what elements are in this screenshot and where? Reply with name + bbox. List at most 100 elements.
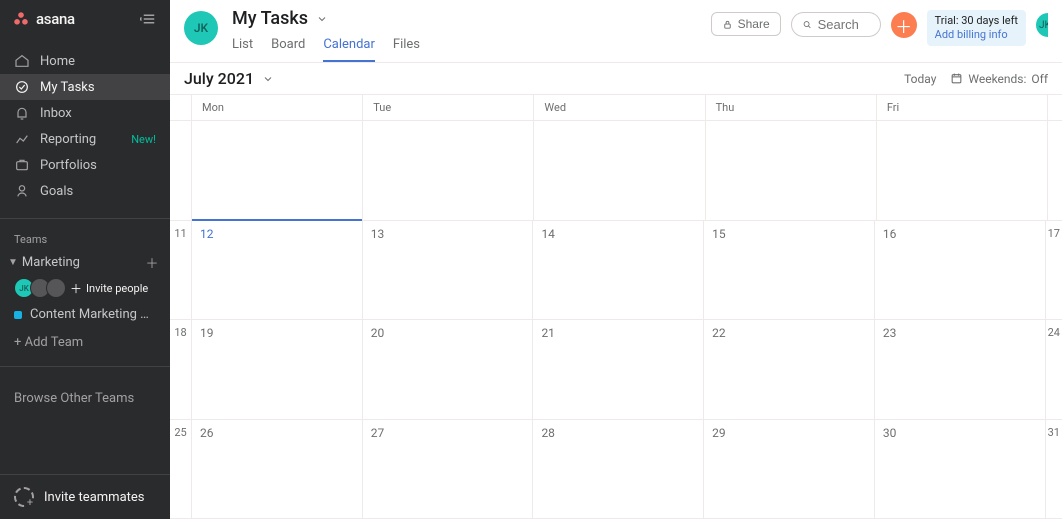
- calendar-cell[interactable]: 30: [875, 420, 1046, 519]
- month-dropdown-icon[interactable]: [262, 73, 274, 85]
- calendar-cell[interactable]: [192, 121, 363, 220]
- team-name: Marketing: [22, 255, 80, 270]
- nav-home[interactable]: Home: [0, 48, 170, 74]
- team-members-row: JK ＋Invite people: [0, 274, 170, 302]
- portfolio-icon: [14, 157, 30, 173]
- day-number: 23: [883, 326, 897, 340]
- calendar-cell[interactable]: 22: [704, 320, 875, 419]
- day-number: 28: [541, 426, 555, 440]
- tab-calendar[interactable]: Calendar: [323, 35, 375, 62]
- month-label: July 2021: [184, 69, 254, 88]
- calendar-cell[interactable]: 12: [192, 221, 363, 320]
- add-team-button[interactable]: + Add Team: [0, 327, 170, 358]
- calendar-cell[interactable]: 26: [192, 420, 363, 519]
- nav-goals[interactable]: Goals: [0, 178, 170, 204]
- search-input[interactable]: [818, 17, 868, 32]
- calendar-icon: [950, 72, 963, 85]
- day-number: 21: [541, 326, 555, 340]
- day-header-mon: Mon: [192, 95, 363, 120]
- calendar-cell[interactable]: [363, 121, 534, 220]
- calendar-cell[interactable]: 29: [704, 420, 875, 519]
- nav-label: Home: [40, 54, 156, 69]
- trial-days-left: Trial: 30 days left: [935, 14, 1018, 28]
- calendar-cell[interactable]: 19: [192, 320, 363, 419]
- calendar-cell-edge[interactable]: 24: [1046, 320, 1062, 419]
- nav-label: My Tasks: [40, 80, 156, 95]
- calendar-body: 1112131415161718192021222324252627282930…: [170, 121, 1062, 519]
- calendar-cell[interactable]: 14: [533, 221, 704, 320]
- day-number: 14: [541, 227, 555, 241]
- day-header-fri: Fri: [877, 95, 1048, 120]
- period-bar: July 2021 Today Weekends: Off: [170, 63, 1062, 95]
- day-header-thu: Thu: [706, 95, 877, 120]
- day-number: 13: [371, 227, 385, 241]
- home-icon: [14, 53, 30, 69]
- nav-label: Goals: [40, 184, 156, 199]
- weekends-toggle[interactable]: Weekends: Off: [950, 72, 1048, 86]
- week-number: 25: [170, 420, 192, 519]
- day-number: 20: [371, 326, 385, 340]
- calendar-cell[interactable]: 20: [363, 320, 534, 419]
- calendar-cell[interactable]: 15: [704, 221, 875, 320]
- search-field[interactable]: [791, 12, 881, 37]
- day-header-wed: Wed: [534, 95, 705, 120]
- collapse-sidebar-icon[interactable]: [140, 10, 158, 28]
- asana-logo[interactable]: asana: [12, 10, 75, 28]
- nav-portfolios[interactable]: Portfolios: [0, 152, 170, 178]
- calendar-cell[interactable]: [706, 121, 877, 220]
- nav-inbox[interactable]: Inbox: [0, 100, 170, 126]
- tab-files[interactable]: Files: [393, 35, 420, 62]
- calendar-cell[interactable]: [877, 121, 1048, 220]
- day-number: 12: [200, 227, 214, 241]
- add-project-icon[interactable]: ＋: [144, 254, 160, 270]
- topbar: JK My Tasks List Board Calendar Files Sh…: [170, 0, 1062, 63]
- chart-icon: [14, 131, 30, 147]
- calendar-cell-edge[interactable]: 31: [1046, 420, 1062, 519]
- week-number: 18: [170, 320, 192, 419]
- calendar-cell[interactable]: 23: [875, 320, 1046, 419]
- today-button[interactable]: Today: [904, 72, 936, 86]
- add-billing-info-link[interactable]: Add billing info: [935, 28, 1018, 42]
- invite-teammates-button[interactable]: Invite teammates: [0, 474, 170, 519]
- teams-section-label: Teams: [0, 227, 170, 250]
- project-content-marketing[interactable]: Content Marketing Pla...: [0, 302, 170, 327]
- calendar-cell[interactable]: [534, 121, 705, 220]
- avatar-placeholder[interactable]: [46, 278, 66, 298]
- team-marketing-header[interactable]: ▼ Marketing ＋: [0, 250, 170, 274]
- calendar-cell[interactable]: 16: [875, 221, 1046, 320]
- title-dropdown-icon[interactable]: [316, 13, 328, 25]
- calendar-day-headers: Mon Tue Wed Thu Fri: [170, 95, 1062, 121]
- invite-people-link[interactable]: ＋Invite people: [70, 280, 148, 297]
- calendar-row: [170, 121, 1062, 221]
- nav-label: Inbox: [40, 106, 156, 121]
- calendar-cell[interactable]: 27: [363, 420, 534, 519]
- nav-label: Reporting: [40, 132, 125, 147]
- user-avatar[interactable]: JK: [1036, 13, 1048, 37]
- nav-reporting[interactable]: Reporting New!: [0, 126, 170, 152]
- nav-my-tasks[interactable]: My Tasks: [0, 74, 170, 100]
- project-color-dot: [14, 311, 22, 319]
- calendar-cell-edge[interactable]: [1048, 121, 1062, 220]
- page-avatar[interactable]: JK: [184, 11, 218, 45]
- calendar-cell[interactable]: 13: [363, 221, 534, 320]
- view-tabs: List Board Calendar Files: [232, 35, 420, 62]
- calendar-cell[interactable]: 28: [533, 420, 704, 519]
- share-button[interactable]: Share: [711, 12, 781, 36]
- trial-banner[interactable]: Trial: 30 days left Add billing info: [927, 10, 1026, 46]
- brand-row: asana: [0, 0, 170, 38]
- tab-list[interactable]: List: [232, 35, 253, 62]
- calendar-cell[interactable]: 21: [533, 320, 704, 419]
- tab-board[interactable]: Board: [271, 35, 305, 62]
- browse-other-teams-link[interactable]: Browse Other Teams: [0, 383, 170, 414]
- new-badge: New!: [131, 133, 156, 146]
- day-number: 19: [200, 326, 214, 340]
- primary-nav: Home My Tasks Inbox Reporting New! Portf…: [0, 42, 170, 210]
- nav-label: Portfolios: [40, 158, 156, 173]
- calendar-cell-edge[interactable]: 17: [1046, 221, 1062, 320]
- calendar-row: 25 26 27 28 29 3031: [170, 420, 1062, 519]
- day-number: 29: [712, 426, 726, 440]
- day-number: 26: [200, 426, 214, 440]
- calendar-row: 11121314151617: [170, 221, 1062, 321]
- day-number: 15: [712, 227, 726, 241]
- global-create-button[interactable]: ＋: [891, 12, 917, 38]
